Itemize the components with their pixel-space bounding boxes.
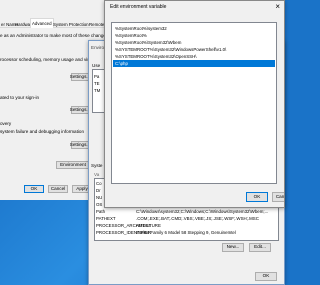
tab-remote[interactable]: Remote [88, 20, 105, 28]
edit-ok-button[interactable]: OK [246, 192, 268, 202]
table-row[interactable]: PROCESSOR_IDENTIFIER Intel64 Family 6 Mod… [96, 229, 277, 236]
environment-variables-button[interactable]: Environment [56, 161, 90, 169]
table-row[interactable]: PROCESSOR_ARCHITECTURE AMD64 [96, 222, 277, 229]
list-item[interactable]: %SYSTEMROOT%\System32\WindowsPowerShell\… [113, 46, 275, 53]
env-ok-button[interactable]: OK [255, 272, 277, 281]
startup-recovery-label: overy [0, 121, 12, 126]
system-variables-label: Syste [91, 163, 103, 168]
startup-settings-button[interactable]: Settings... [70, 141, 90, 149]
startup-description: system failure and debugging information [0, 129, 85, 134]
ok-button[interactable]: OK [24, 185, 44, 193]
list-item[interactable]: %SystemRoot%\system32 [113, 25, 275, 32]
profiles-settings-button[interactable]: Settings... [70, 106, 90, 114]
list-item[interactable]: %SystemRoot% [113, 32, 275, 39]
performance-settings-button[interactable]: Settings... [70, 73, 90, 81]
tab-strip: er Name Hardware Advanced System Protect… [0, 18, 110, 28]
performance-description: rocessor scheduling, memory usage and vi… [0, 57, 97, 62]
user-variables-label: Use [92, 63, 101, 68]
list-item-selected[interactable]: C:\php [113, 60, 275, 67]
system-variable-column-header: Va [94, 172, 100, 177]
edit-environment-variable-dialog: Edit environment variable × %SystemRoot%… [104, 0, 285, 208]
table-row[interactable]: PATHEXT .COM;.EXE;.BAT;.CMD;.VBS;.VBE;.JS… [96, 215, 277, 222]
tab-advanced[interactable]: Advanced [30, 18, 54, 28]
dialog-title: Edit environment variable [110, 4, 167, 10]
list-item[interactable]: %SYSTEMROOT%\System32\OpenSSH\ [113, 53, 275, 60]
profiles-description: ated to your sign-in [0, 95, 40, 100]
close-icon[interactable]: × [275, 3, 280, 11]
edit-system-variable-button[interactable]: Edit... [249, 243, 271, 252]
tab-system-protection[interactable]: System Protection [52, 20, 90, 28]
new-system-variable-button[interactable]: New... [222, 243, 244, 252]
path-entries-list[interactable]: %SystemRoot%\system32 %SystemRoot% %Syst… [111, 22, 277, 184]
edit-cancel-button[interactable]: Cancel [272, 192, 284, 202]
list-item[interactable]: %SystemRoot%\System32\Wbem [113, 39, 275, 46]
table-row[interactable]: Path C:\Windows\system32;C:\Windows;C:\Wi… [96, 208, 277, 215]
admin-note: e as an Administrator to make most of th… [0, 33, 110, 38]
cancel-button[interactable]: Cancel [48, 185, 68, 193]
